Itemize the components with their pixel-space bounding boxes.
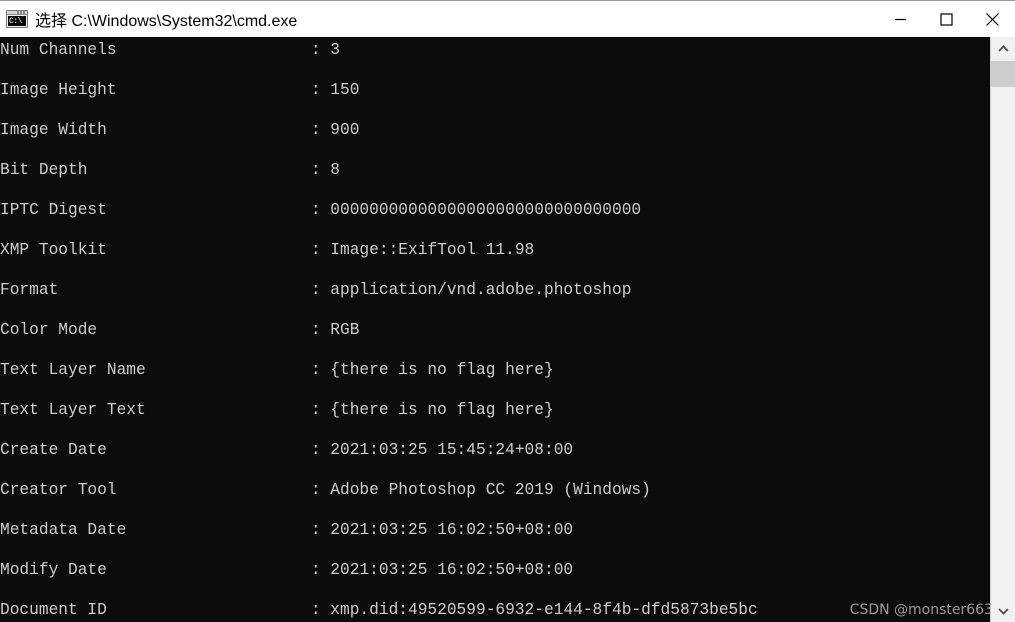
console-line: Bit Depth : 8: [0, 161, 340, 179]
console-line: Format : application/vnd.adobe.photoshop: [0, 281, 632, 299]
titlebar[interactable]: C:\ 选择 C:\Windows\System32\cmd.exe: [0, 0, 1015, 37]
console-line: Creator Tool : Adobe Photoshop CC 2019 (…: [0, 481, 651, 499]
console-line: Modify Date : 2021:03:25 16:02:50+08:00: [0, 561, 574, 579]
scrollbar-track[interactable]: [991, 60, 1015, 599]
minimize-button[interactable]: [877, 1, 923, 37]
scrollbar-thumb[interactable]: [991, 61, 1015, 87]
console-line: Create Date : 2021:03:25 15:45:24+08:00: [0, 441, 574, 459]
close-button[interactable]: [969, 1, 1015, 37]
console-line: Metadata Date : 2021:03:25 16:02:50+08:0…: [0, 521, 574, 539]
console-line: Text Layer Text : {there is no flag here…: [0, 401, 554, 419]
cmd-window: C:\ 选择 C:\Windows\System32\cmd.exe Num C…: [0, 0, 1015, 622]
cmd-console-icon[interactable]: C:\: [6, 10, 28, 28]
console-line: Image Height : 150: [0, 81, 360, 99]
maximize-button[interactable]: [923, 1, 969, 37]
window-controls: [877, 1, 1015, 37]
console-line: Num Channels : 3: [0, 41, 340, 59]
console-line: Document ID : xmp.did:49520599-6932-e144…: [0, 601, 758, 619]
icon-prompt-text: C:\: [8, 16, 26, 26]
minimize-icon: [894, 18, 906, 20]
console-line: Color Mode : RGB: [0, 321, 360, 339]
console-line: Image Width : 900: [0, 121, 360, 139]
console-text: Num Channels : 3 Image Height : 150 Imag…: [0, 40, 962, 622]
window-title: 选择 C:\Windows\System32\cmd.exe: [35, 13, 298, 30]
scroll-up-button[interactable]: [991, 37, 1015, 60]
icon-window-buttons: [17, 11, 26, 15]
close-icon: [985, 12, 999, 26]
console-line: XMP Toolkit : Image::ExifTool 11.98: [0, 241, 535, 259]
chevron-up-icon: [997, 44, 1009, 52]
console-line: Text Layer Name : {there is no flag here…: [0, 361, 554, 379]
vertical-scrollbar[interactable]: [990, 37, 1015, 622]
scroll-down-button[interactable]: [991, 599, 1015, 622]
console-line: IPTC Digest : 00000000000000000000000000…: [0, 201, 642, 219]
chevron-down-icon: [997, 607, 1009, 615]
console-output-area[interactable]: Num Channels : 3 Image Height : 150 Imag…: [0, 37, 990, 622]
maximize-icon: [939, 12, 953, 26]
